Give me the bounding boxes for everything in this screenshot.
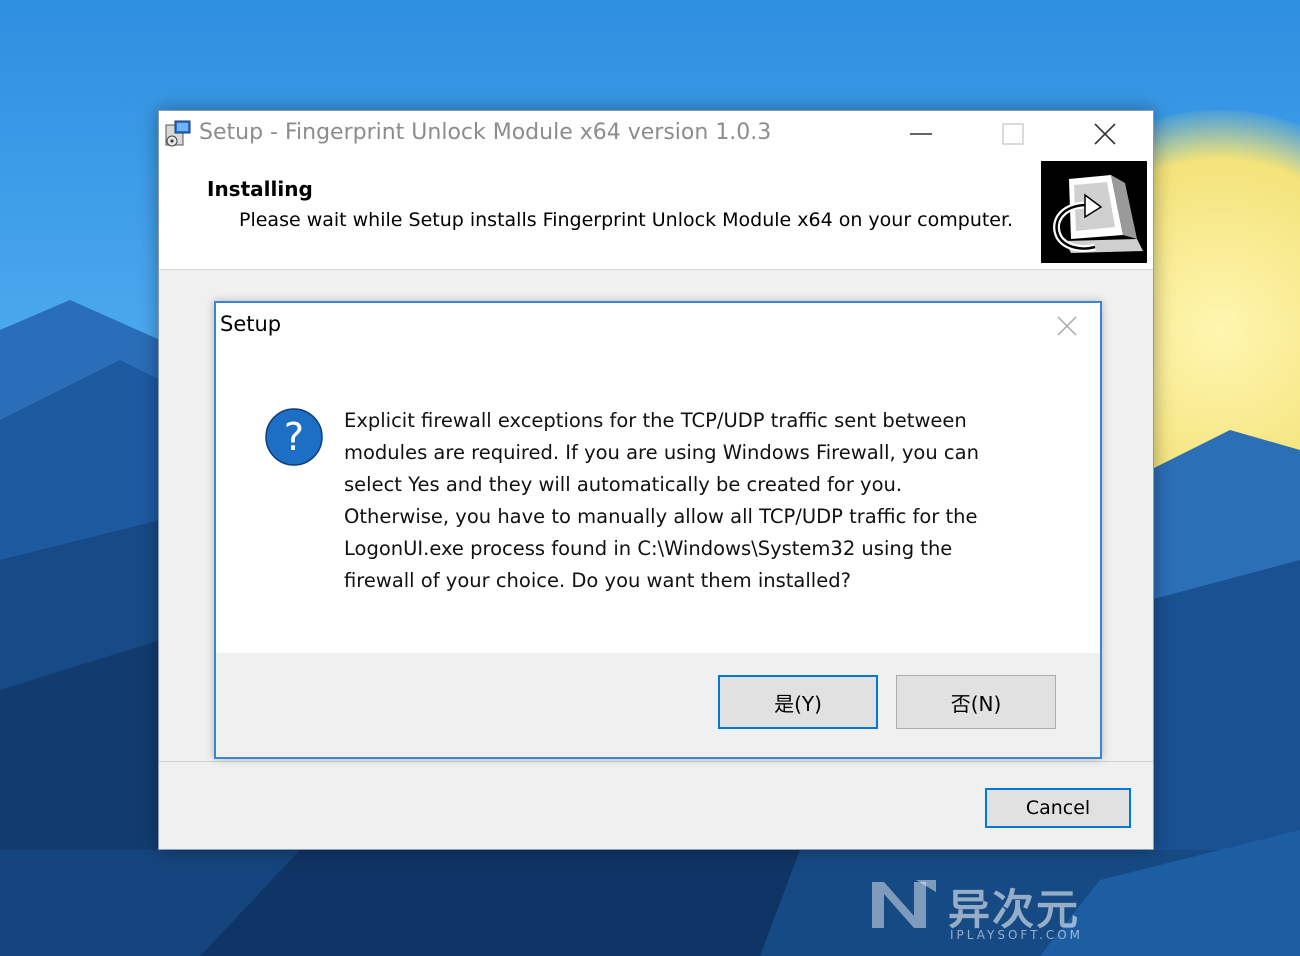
dialog-button-bar: 是(Y) 否(N) — [216, 653, 1100, 757]
message-line: LogonUI.exe process found in C:\Windows\… — [344, 537, 953, 560]
yes-button[interactable]: 是(Y) — [718, 675, 878, 729]
close-button[interactable] — [1059, 111, 1151, 157]
no-button[interactable]: 否(N) — [896, 675, 1056, 729]
minimize-button[interactable] — [875, 111, 967, 157]
watermark-site: IPLAYSOFT.COM — [950, 928, 1083, 942]
watermark: 异次元 IPLAYSOFT.COM — [870, 876, 1080, 942]
message-line: modules are required. If you are using W… — [344, 441, 979, 464]
message-line: Explicit firewall exceptions for the TCP… — [344, 409, 967, 432]
svg-text:?: ? — [284, 415, 304, 459]
wizard-header: Installing Please wait while Setup insta… — [159, 157, 1153, 270]
dialog-title: Setup — [220, 312, 282, 336]
window-title: Setup - Fingerprint Unlock Module x64 ve… — [199, 120, 772, 145]
maximize-icon — [1002, 123, 1024, 145]
message-line: select Yes and they will automatically b… — [344, 473, 903, 496]
minimize-icon — [910, 133, 932, 135]
message-line: firewall of your choice. Do you want the… — [344, 569, 851, 592]
dialog-message: Explicit firewall exceptions for the TCP… — [344, 405, 1044, 597]
maximize-button — [967, 111, 1059, 157]
installer-computer-icon — [1041, 161, 1147, 263]
confirm-dialog: Setup ? Explicit firewall exceptions for… — [214, 301, 1102, 759]
header-title: Installing — [207, 177, 313, 201]
title-bar[interactable]: Setup - Fingerprint Unlock Module x64 ve… — [159, 111, 1153, 157]
close-icon — [1094, 123, 1116, 145]
footer-divider — [159, 761, 1153, 762]
watermark-logo-icon — [872, 880, 936, 928]
message-line: Otherwise, you have to manually allow al… — [344, 505, 978, 528]
header-subtitle: Please wait while Setup installs Fingerp… — [239, 209, 1014, 231]
cancel-button[interactable]: Cancel — [985, 788, 1131, 828]
dialog-close-icon[interactable] — [1052, 311, 1082, 341]
question-icon: ? — [265, 408, 323, 466]
setup-app-icon — [165, 120, 191, 147]
